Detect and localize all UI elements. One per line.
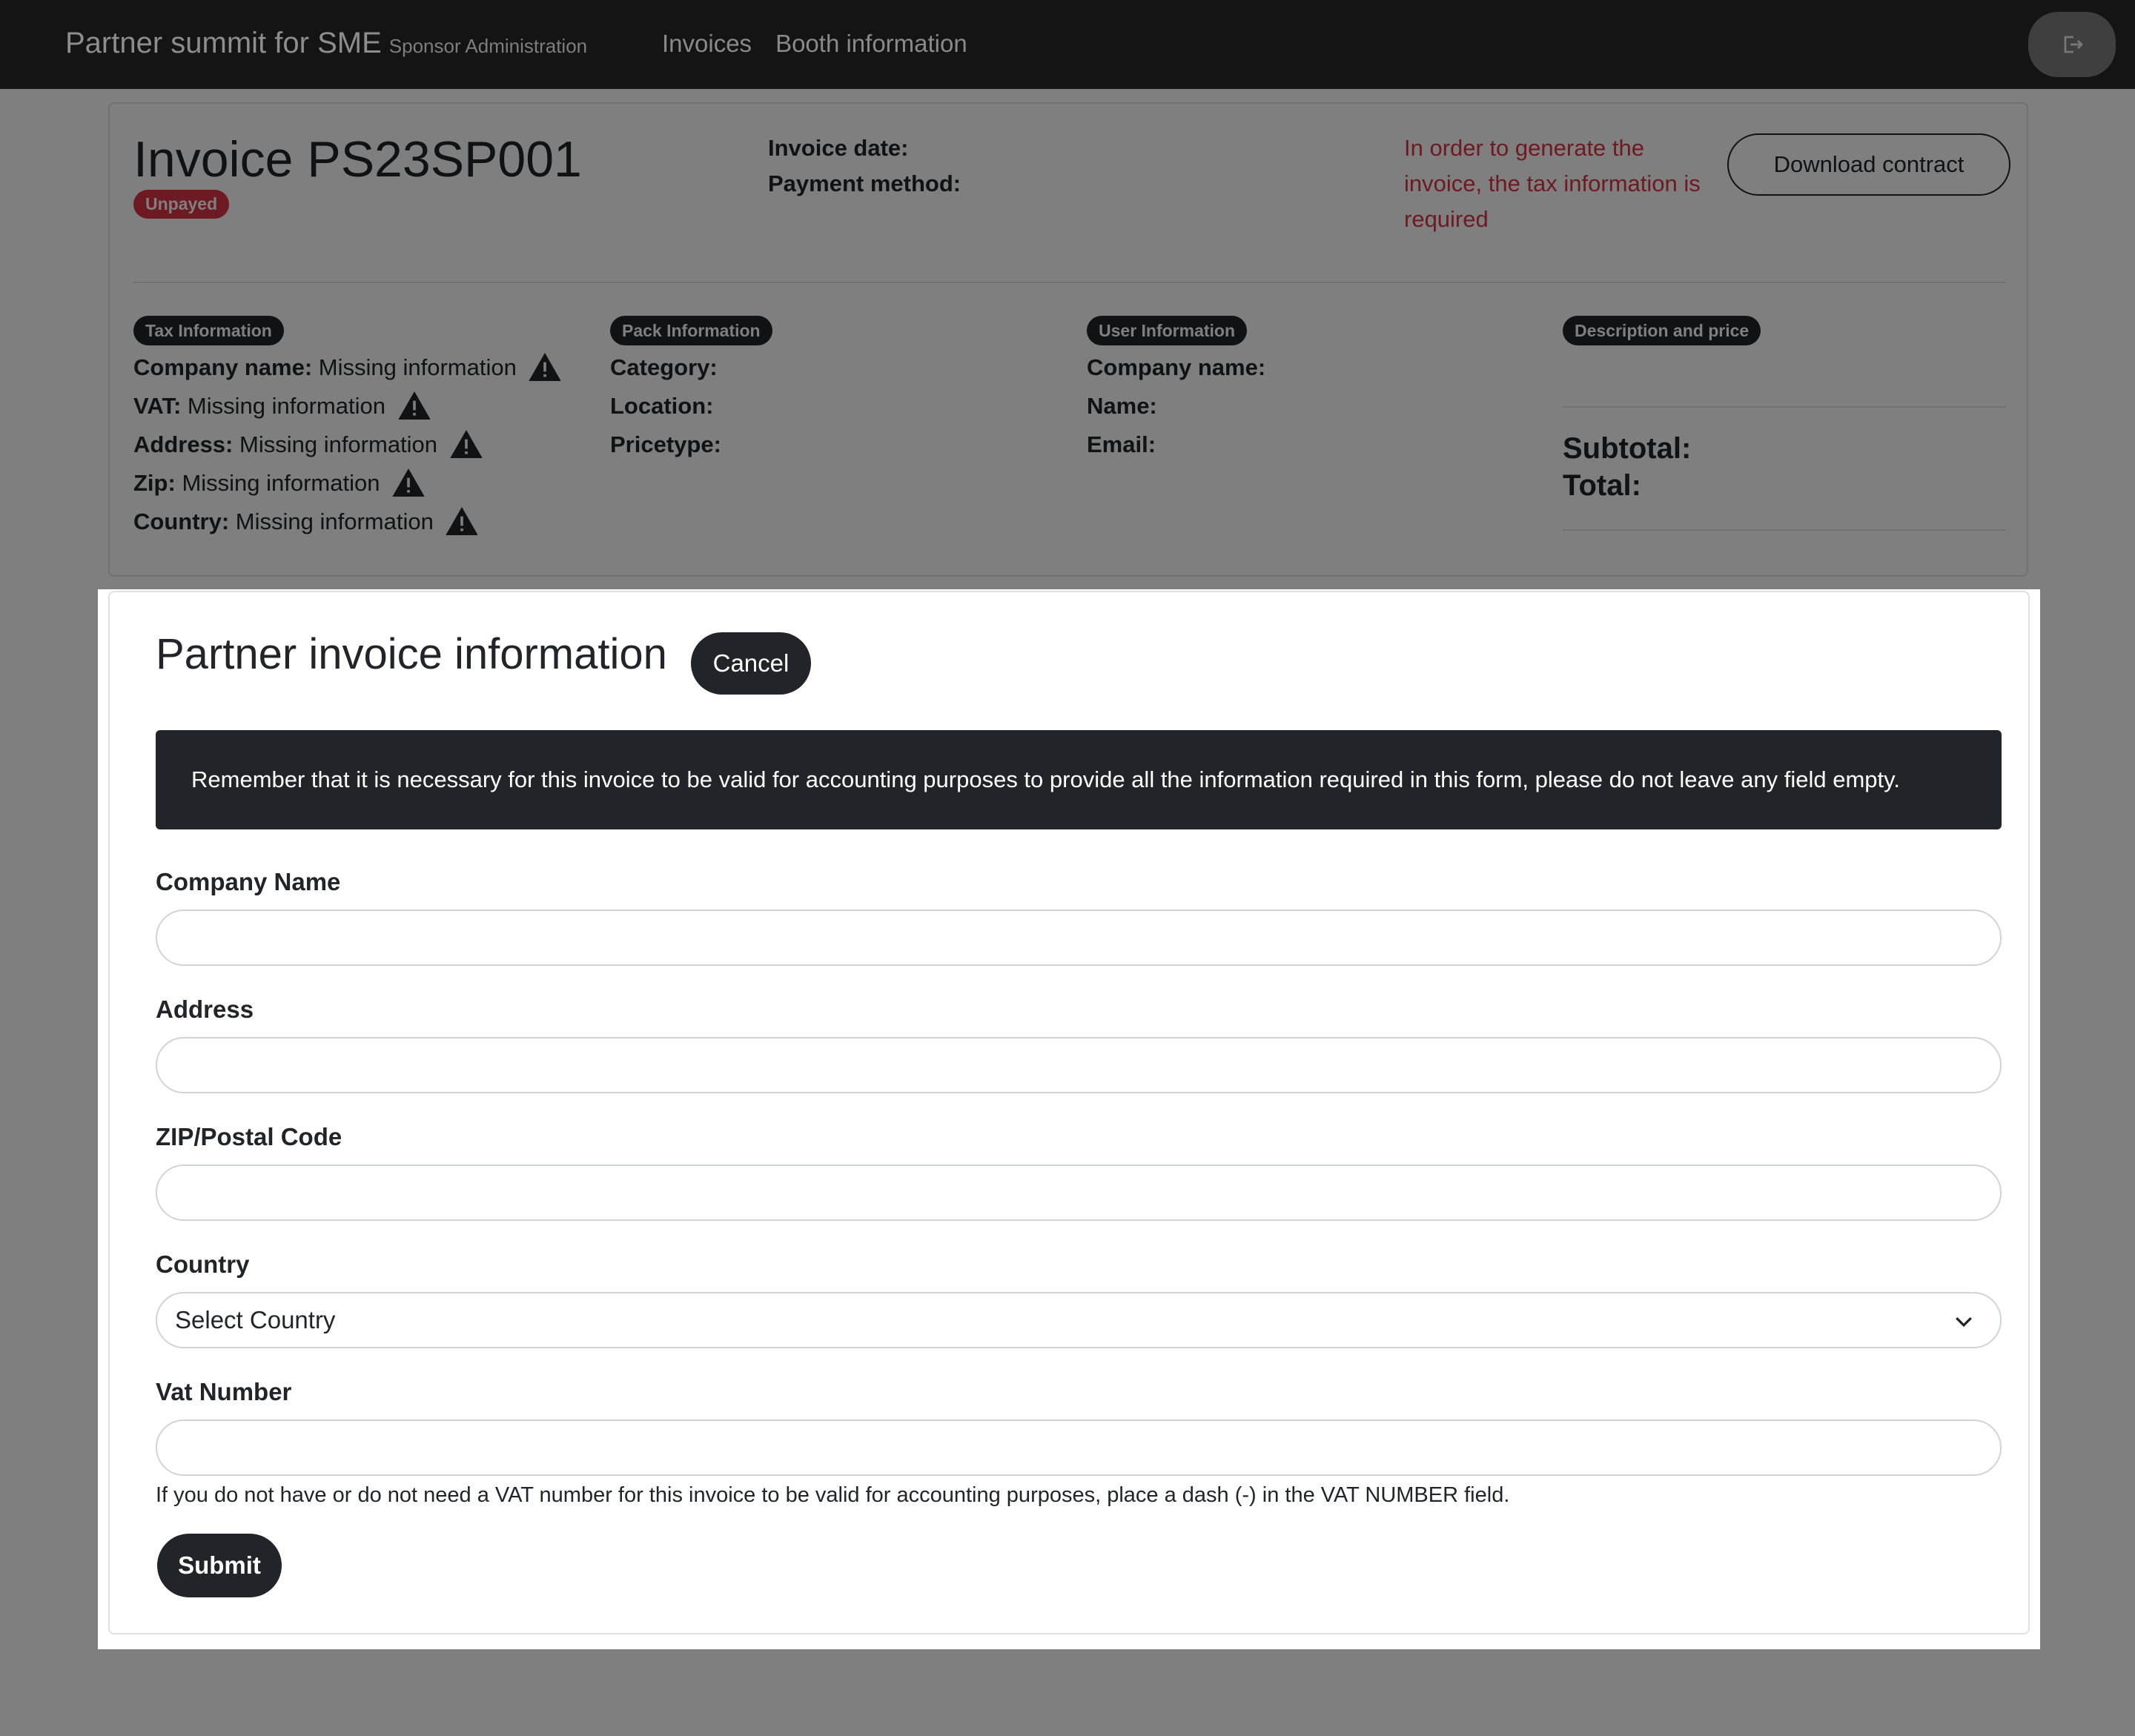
logout-button[interactable] (2028, 12, 2116, 77)
modal-card: Partner invoice information Cancel Remem… (108, 591, 2030, 1634)
partner-invoice-modal: Partner invoice information Cancel Remem… (98, 589, 2040, 1649)
company-name-label: Company Name (156, 868, 341, 895)
zip-input[interactable] (156, 1164, 2002, 1221)
address-input[interactable] (156, 1037, 2002, 1093)
country-select-value: Select Country (175, 1306, 336, 1334)
country-select[interactable]: Select Country (156, 1292, 2002, 1348)
top-navbar: Partner summit for SME Sponsor Administr… (0, 0, 2135, 89)
cancel-button[interactable]: Cancel (691, 632, 811, 695)
brand-title: Partner summit for SME (65, 27, 382, 59)
submit-button[interactable]: Submit (157, 1534, 282, 1597)
info-alert: Remember that it is necessary for this i… (156, 730, 2002, 829)
brand[interactable]: Partner summit for SME Sponsor Administr… (65, 27, 587, 60)
company-name-input[interactable] (156, 910, 2002, 966)
zip-label: ZIP/Postal Code (156, 1123, 342, 1150)
logout-icon (2064, 36, 2083, 53)
nav-link-booth-information[interactable]: Booth information (775, 30, 967, 58)
modal-title: Partner invoice information (156, 630, 667, 678)
nav-links: Invoices Booth information (662, 30, 967, 58)
vat-number-input[interactable] (156, 1419, 2002, 1476)
vat-number-label: Vat Number (156, 1378, 292, 1405)
vat-help-text: If you do not have or do not need a VAT … (156, 1483, 1510, 1507)
country-label: Country (156, 1250, 250, 1278)
brand-subtitle: Sponsor Administration (388, 35, 588, 57)
nav-link-invoices[interactable]: Invoices (662, 30, 752, 58)
chevron-down-icon (1956, 1316, 1972, 1328)
address-label: Address (156, 995, 254, 1023)
